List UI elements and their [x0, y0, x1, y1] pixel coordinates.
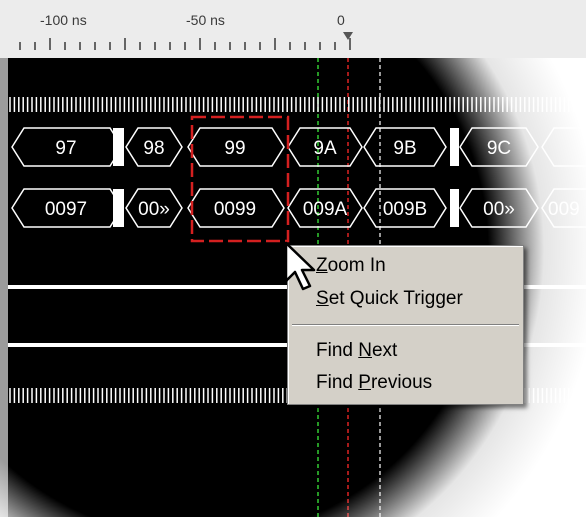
bus2-label: 0099 [214, 199, 256, 220]
bus1-label: 9C [487, 138, 511, 159]
menu-separator [292, 324, 519, 326]
bus1-glitch-marker [113, 128, 124, 166]
bus1-glitch-marker-2 [450, 128, 459, 166]
bus2-glitch-marker-2 [450, 189, 459, 227]
menu-item-find-previous[interactable]: Find Previous [316, 372, 432, 394]
bus2-label: 009B [383, 199, 427, 220]
menu-item-zoom-in[interactable]: Zoom In [316, 255, 386, 277]
ruler-ticks [19, 32, 353, 50]
bus2-label: 00» [483, 199, 515, 220]
bus2-glitch-marker [113, 189, 124, 227]
bus1-label: 98 [143, 138, 164, 159]
bus1-label: 9B [393, 138, 416, 159]
bus1-label: 97 [55, 138, 76, 159]
bus1-label: 9A [313, 138, 337, 159]
timeline-ruler[interactable]: -100 ns -50 ns 0 [0, 0, 586, 59]
mouse-pointer-icon [284, 241, 316, 291]
menu-item-set-quick-trigger[interactable]: Set Quick Trigger [316, 288, 463, 310]
waveform-viewer: -100 ns -50 ns 0 97 98 99 9A 9B 9C 0097 … [0, 0, 586, 517]
menu-item-find-next[interactable]: Find Next [316, 340, 397, 362]
bus1-segment-partial [541, 127, 586, 167]
bus2-label: 0097 [45, 199, 87, 220]
selection-box[interactable] [190, 115, 290, 243]
bus2-label: 009A [303, 199, 348, 220]
bus2-label-partial: 009 [548, 199, 580, 220]
bus2-label: 00» [138, 199, 170, 220]
left-gutter [0, 58, 8, 517]
trigger-marker-icon[interactable] [343, 32, 353, 40]
clock-signal-top [9, 97, 583, 112]
bus1-label: 99 [224, 138, 245, 159]
